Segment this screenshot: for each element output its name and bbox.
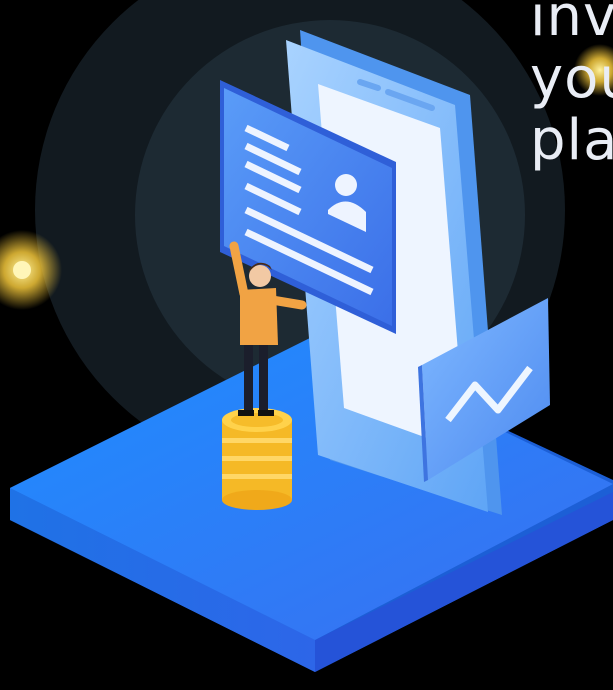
coin-stack-icon <box>222 408 292 510</box>
isometric-illustration <box>0 0 613 672</box>
headline: inv you pla <box>530 0 613 172</box>
headline-line-1: inv <box>530 0 613 49</box>
glow-dot-core <box>13 261 31 279</box>
headline-line-3: pla <box>530 108 613 173</box>
headline-line-2: you <box>530 46 613 111</box>
